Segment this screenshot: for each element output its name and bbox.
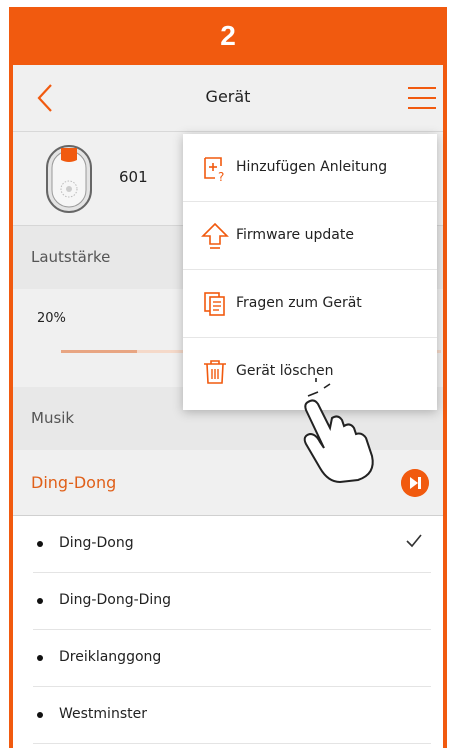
menu-item-firmware-update[interactable]: Firmware update bbox=[183, 202, 437, 270]
svg-text:?: ? bbox=[218, 170, 224, 182]
pointing-hand-icon bbox=[303, 378, 374, 484]
menu-item-label: Hinzufügen Anleitung bbox=[236, 159, 388, 175]
app-header: Gerät bbox=[13, 65, 443, 132]
checkmark-icon bbox=[406, 534, 422, 548]
tone-list: Ding-Dong Ding-Dong-Ding Dreiklanggong W… bbox=[13, 516, 443, 744]
options-popup-menu: ? Hinzufügen Anleitung Firmware update F… bbox=[183, 134, 437, 410]
tone-item-ding-dong-ding[interactable]: Ding-Dong-Ding bbox=[33, 573, 431, 630]
tone-item-westminster[interactable]: Westminster bbox=[33, 687, 431, 744]
menu-item-label: Fragen zum Gerät bbox=[236, 295, 362, 311]
step-banner: 2 bbox=[9, 7, 447, 65]
hamburger-menu-icon[interactable] bbox=[407, 83, 437, 113]
tone-item-label: Dreiklanggong bbox=[59, 649, 162, 665]
volume-percent: 20% bbox=[37, 311, 66, 326]
doorbell-device-icon bbox=[46, 145, 92, 213]
upload-arrow-icon bbox=[201, 222, 229, 249]
bullet-dot bbox=[37, 655, 43, 661]
document-copy-icon bbox=[204, 292, 225, 316]
selected-tone-label: Ding-Dong bbox=[31, 473, 117, 492]
tone-item-dreiklanggong[interactable]: Dreiklanggong bbox=[33, 630, 431, 687]
tone-item-label: Westminster bbox=[59, 706, 147, 722]
tone-item-ding-dong[interactable]: Ding-Dong bbox=[33, 516, 431, 573]
menu-item-device-questions[interactable]: Fragen zum Gerät bbox=[183, 270, 437, 338]
add-guide-icon: ? bbox=[204, 157, 224, 182]
menu-item-label: Gerät löschen bbox=[236, 363, 334, 379]
music-section-label: Musik bbox=[31, 409, 75, 427]
menu-item-add-guide[interactable]: ? Hinzufügen Anleitung bbox=[183, 134, 437, 202]
tone-item-label: Ding-Dong bbox=[59, 535, 134, 551]
volume-section-label: Lautstärke bbox=[31, 248, 111, 266]
play-skip-icon[interactable] bbox=[401, 469, 429, 497]
page-title: Gerät bbox=[205, 87, 251, 106]
trash-icon bbox=[204, 360, 226, 384]
device-name: 601 bbox=[119, 168, 148, 186]
tone-item-label: Ding-Dong-Ding bbox=[59, 592, 172, 608]
bullet-dot bbox=[37, 712, 43, 718]
step-number: 2 bbox=[220, 20, 236, 51]
bullet-dot bbox=[37, 541, 43, 547]
volume-slider-fill bbox=[61, 350, 137, 353]
bullet-dot bbox=[37, 598, 43, 604]
menu-item-label: Firmware update bbox=[236, 227, 354, 243]
